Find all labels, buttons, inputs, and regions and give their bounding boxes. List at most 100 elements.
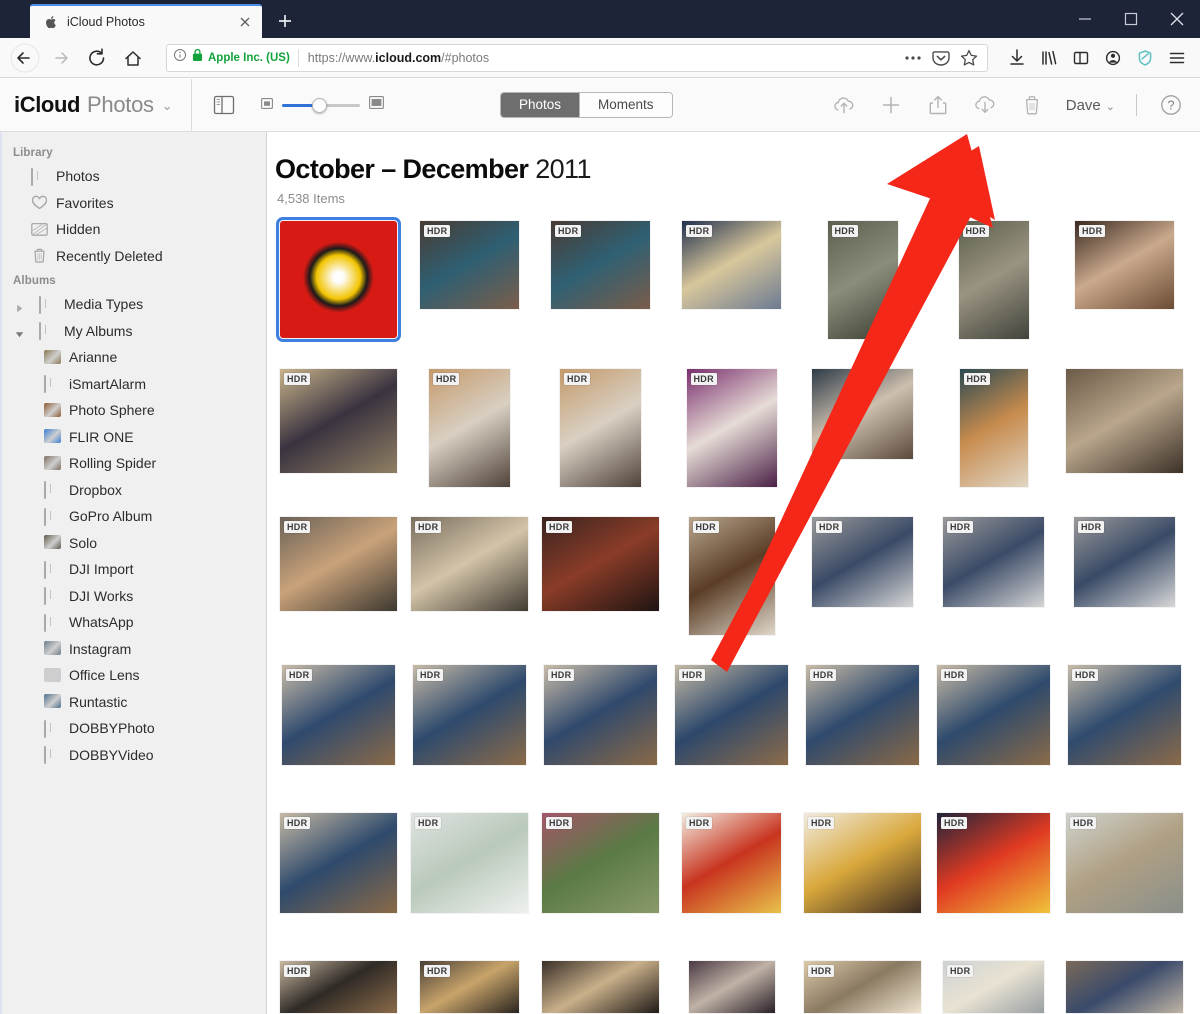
sidebar-item-arianne[interactable]: Arianne xyxy=(2,344,266,371)
back-button[interactable] xyxy=(8,42,42,74)
shield-icon[interactable] xyxy=(1130,42,1160,74)
site-identity[interactable]: Apple Inc. (US) xyxy=(173,48,299,67)
home-button[interactable] xyxy=(116,42,150,74)
photo-thumbnail[interactable]: HDR xyxy=(943,517,1044,607)
upload-cloud-icon[interactable] xyxy=(831,92,857,118)
sidebar-item-favorites[interactable]: Favorites xyxy=(2,190,266,217)
photo-thumbnail[interactable] xyxy=(812,369,913,459)
sidebar-item-ismartalarm[interactable]: iSmartAlarm xyxy=(2,371,266,398)
share-icon[interactable] xyxy=(925,92,951,118)
sidebar-item-photo-sphere[interactable]: Photo Sphere xyxy=(2,397,266,424)
photo-thumbnail[interactable]: HDR xyxy=(943,961,1044,1013)
chevron-right-icon[interactable] xyxy=(15,300,24,312)
photo-thumbnail[interactable]: HDR xyxy=(937,665,1050,765)
sidebar-item-media-types[interactable]: Media Types xyxy=(2,291,266,318)
photo-thumbnail[interactable]: HDR xyxy=(804,813,921,913)
sidebar-item-my-albums[interactable]: My Albums xyxy=(2,318,266,345)
sidebar-item-dji-import[interactable]: DJI Import xyxy=(2,556,266,583)
photo-thumbnail[interactable]: HDR xyxy=(1074,517,1175,607)
tab-moments[interactable]: Moments xyxy=(580,93,672,117)
pocket-icon[interactable] xyxy=(929,46,953,70)
photo-thumbnail[interactable]: HDR xyxy=(806,665,919,765)
photo-thumbnail[interactable]: HDR xyxy=(682,221,781,309)
photo-thumbnail[interactable] xyxy=(1066,961,1183,1013)
sidebar-item-instagram[interactable]: Instagram xyxy=(2,636,266,663)
photo-thumbnail[interactable]: HDR xyxy=(958,221,1029,339)
photo-thumbnail[interactable]: HDR xyxy=(420,961,519,1013)
photo-thumbnail[interactable]: HDR xyxy=(413,665,526,765)
photo-thumbnail[interactable]: HDR xyxy=(411,517,528,611)
photo-thumbnail[interactable]: HDR xyxy=(1068,665,1181,765)
photo-thumbnail[interactable]: HDR xyxy=(812,517,913,607)
photo-thumbnail[interactable]: HDR xyxy=(675,665,788,765)
browser-tab[interactable]: iCloud Photos xyxy=(30,4,262,38)
sidebar-item-dobbyphoto[interactable]: DOBBYPhoto xyxy=(2,715,266,742)
reload-button[interactable] xyxy=(80,42,114,74)
photo-thumbnail[interactable]: HDR xyxy=(827,221,898,339)
photo-thumbnail[interactable]: HDR xyxy=(280,517,397,611)
sidebar-item-dropbox[interactable]: Dropbox xyxy=(2,477,266,504)
close-window-button[interactable] xyxy=(1154,0,1200,38)
forward-button[interactable] xyxy=(44,42,78,74)
download-icon[interactable] xyxy=(1002,42,1032,74)
slider-knob[interactable] xyxy=(312,97,328,113)
photo-thumbnail[interactable]: HDR xyxy=(280,961,397,1013)
photo-thumbnail[interactable]: HDR xyxy=(542,813,659,913)
close-icon[interactable] xyxy=(236,13,254,31)
photo-thumbnail[interactable]: HDR xyxy=(937,813,1050,913)
photo-thumbnail[interactable]: HDR xyxy=(280,813,397,913)
sidebar-item-dji-works[interactable]: DJI Works xyxy=(2,583,266,610)
sidebar-item-office-lens[interactable]: Office Lens xyxy=(2,662,266,689)
sidebar-toggle-icon[interactable] xyxy=(211,93,237,117)
sidebar-item-recently-deleted[interactable]: Recently Deleted xyxy=(2,243,266,270)
photo-thumbnail[interactable]: HDR xyxy=(959,369,1028,487)
photo-thumbnail[interactable]: HDR xyxy=(420,221,519,309)
photo-thumbnail[interactable]: HDR xyxy=(411,813,528,913)
photo-thumbnail[interactable]: HDR xyxy=(682,813,781,913)
user-menu-button[interactable]: Dave ⌄ xyxy=(1066,97,1115,114)
help-icon[interactable]: ? xyxy=(1158,92,1184,118)
photo-thumbnail[interactable]: HDR xyxy=(686,369,777,487)
photo-thumbnail[interactable]: HDR xyxy=(280,369,397,473)
sidebar-item-flir-one[interactable]: FLIR ONE xyxy=(2,424,266,451)
photo-thumbnail[interactable]: HDR xyxy=(688,517,775,635)
tab-photos[interactable]: Photos xyxy=(501,93,581,117)
sidebar-item-solo[interactable]: Solo xyxy=(2,530,266,557)
chevron-down-icon[interactable]: ⌄ xyxy=(162,98,173,114)
trash-icon[interactable] xyxy=(1019,92,1045,118)
sidebar-item-runtastic[interactable]: Runtastic xyxy=(2,689,266,716)
photo-thumbnail[interactable]: HDR xyxy=(1075,221,1174,309)
photo-thumbnail[interactable] xyxy=(1066,369,1183,473)
sidebar-item-dobbyvideo[interactable]: DOBBYVideo xyxy=(2,742,266,769)
photo-thumbnail[interactable]: HDR xyxy=(804,961,921,1013)
url-bar[interactable]: Apple Inc. (US) https://www.icloud.com/#… xyxy=(166,43,988,72)
new-tab-button[interactable] xyxy=(268,4,302,38)
library-icon[interactable] xyxy=(1034,42,1064,74)
photo-thumbnail[interactable]: HDR xyxy=(551,221,650,309)
sidebar-item-hidden[interactable]: Hidden xyxy=(2,216,266,243)
download-cloud-icon[interactable] xyxy=(972,92,998,118)
sidebar-item-whatsapp[interactable]: WhatsApp xyxy=(2,609,266,636)
photo-thumbnail[interactable]: HDR xyxy=(1066,813,1183,913)
photo-thumbnail-selected[interactable] xyxy=(276,217,401,342)
sidebar-item-photos[interactable]: Photos xyxy=(2,163,266,190)
add-icon[interactable] xyxy=(878,92,904,118)
photo-thumbnail[interactable] xyxy=(688,961,775,1013)
photo-thumbnail[interactable]: HDR xyxy=(542,517,659,611)
maximize-button[interactable] xyxy=(1108,0,1154,38)
thumbnail-size-slider[interactable] xyxy=(260,96,384,114)
account-icon[interactable] xyxy=(1098,42,1128,74)
slider-track[interactable] xyxy=(281,97,360,113)
chevron-down-icon[interactable] xyxy=(15,326,24,338)
page-actions-icon[interactable] xyxy=(901,46,925,70)
sidebar-icon[interactable] xyxy=(1066,42,1096,74)
sidebar-item-gopro-album[interactable]: GoPro Album xyxy=(2,503,266,530)
icloud-brand[interactable]: iCloud Photos ⌄ xyxy=(0,92,173,118)
minimize-button[interactable] xyxy=(1062,0,1108,38)
photo-thumbnail[interactable]: HDR xyxy=(560,369,641,487)
star-icon[interactable] xyxy=(957,46,981,70)
photo-thumbnail[interactable]: HDR xyxy=(544,665,657,765)
photo-thumbnail[interactable] xyxy=(542,961,659,1013)
photo-thumbnail[interactable]: HDR xyxy=(429,369,510,487)
sidebar-item-rolling-spider[interactable]: Rolling Spider xyxy=(2,450,266,477)
